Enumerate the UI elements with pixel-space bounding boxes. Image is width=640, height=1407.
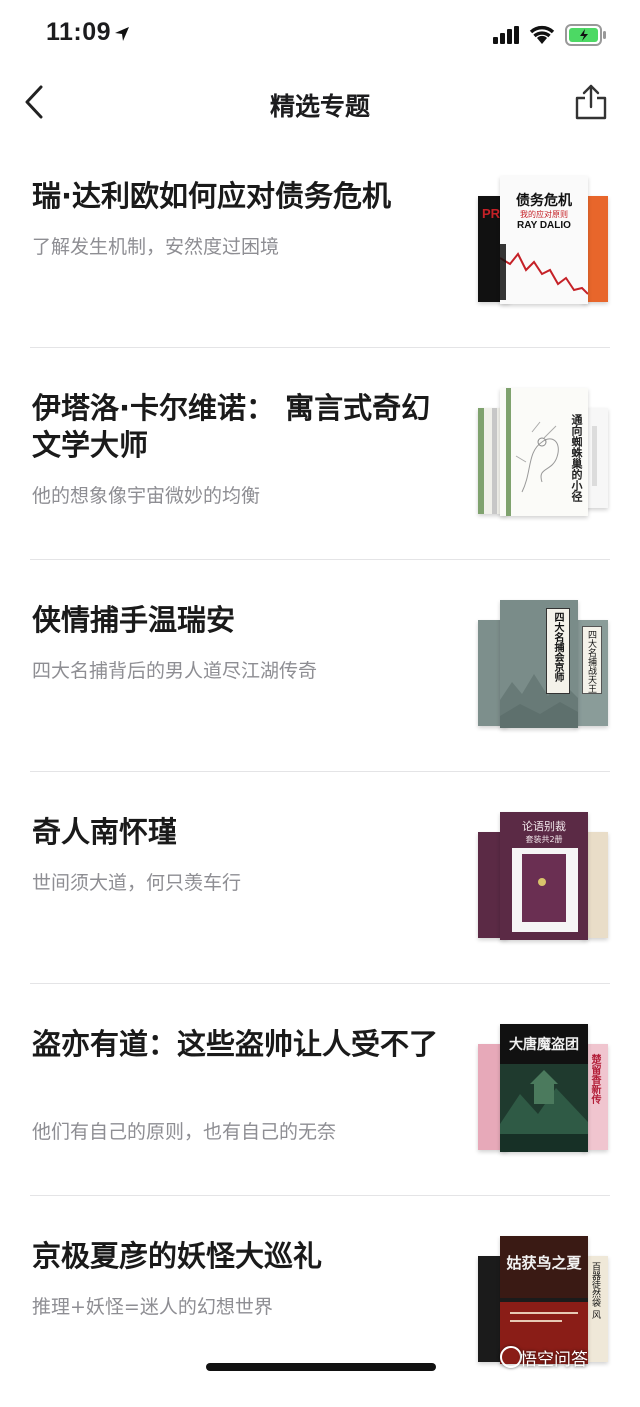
topic-title: 奇人南怀瑾 <box>32 815 178 849</box>
cover-side-text: PR <box>482 206 501 221</box>
topic-item-calvino[interactable]: 伊塔洛·卡尔维诺： 寓言式奇幻文学大师 他的想象像宇宙微妙的均衡 通向蜘蛛巢的小… <box>30 348 610 560</box>
status-bar: 11:09 <box>0 0 640 70</box>
cover-title: 债务危机 <box>516 193 572 209</box>
topic-subtitle: 他们有自己的原则，也有自己的无奈 <box>32 1121 337 1143</box>
book-cover-stack: 通向蜘蛛巢的小径 <box>478 388 610 518</box>
cover-title: 通向蜘蛛巢的小径 <box>570 414 583 502</box>
wifi-icon <box>529 25 555 44</box>
page-title: 精选专题 <box>269 92 370 121</box>
book-cover-main: 论语别裁 套装共2册 <box>500 812 588 940</box>
book-cover-main: 通向蜘蛛巢的小径 <box>500 388 588 516</box>
topic-item-wen-ruian[interactable]: 侠情捕手温瑞安 四大名捕背后的男人道尽江湖传奇 四大名捕战天王 四大名捕会京师 <box>30 560 610 772</box>
topic-item-thieves[interactable]: 盗亦有道：这些盗帅让人受不了 他们有自己的原则，也有自己的无奈 楚留香新传 大唐… <box>30 984 610 1196</box>
share-button[interactable] <box>570 80 612 124</box>
book-cover-stack: 四大名捕战天王 四大名捕会京师 <box>478 600 610 730</box>
cover-title-2: 楚留香新传 <box>589 1054 600 1104</box>
cover-illustration <box>515 421 559 493</box>
book-cover-main: 债务危机 我的应对原则 RAY DALIO <box>500 176 588 304</box>
topic-item-nan-huaijin[interactable]: 奇人南怀瑾 世间须大道，何只羡车行 论语别裁 套装共2册 <box>30 772 610 984</box>
cover-author: RAY DALIO <box>517 220 571 231</box>
cover-chart-graphic <box>500 244 588 300</box>
topic-subtitle: 世间须大道，何只羡车行 <box>32 872 242 894</box>
cover-title: 姑获鸟之夏 <box>506 1254 582 1272</box>
cover-title: 四大名捕会京师 <box>552 612 563 682</box>
navigation-bar: 精选专题 <box>0 70 640 136</box>
topic-title: 京极夏彦的妖怪大巡礼 <box>32 1239 323 1273</box>
topic-title: 盗亦有道：这些盗帅让人受不了 <box>32 1027 439 1061</box>
topic-item-kyogoku[interactable]: 京极夏彦的妖怪大巡礼 推理+妖怪=迷人的幻想世界 百器徒然袋 风 姑获鸟之夏 <box>30 1196 610 1407</box>
book-cover-stack: PR 债务危机 我的应对原则 RAY DALIO <box>478 176 610 306</box>
cover-subtitle: 套装共2册 <box>525 835 563 844</box>
share-icon <box>575 84 607 120</box>
watermark: 悟空问答 <box>520 1350 588 1370</box>
cover-title-2: 百器徒然袋 风 <box>590 1262 600 1319</box>
topic-item-debt-crisis[interactable]: 瑞·达利欧如何应对债务危机 了解发生机制，安然度过困境 PR 债务危机 我的应对… <box>30 136 610 348</box>
book-cover-main: 大唐魔盗团 <box>500 1024 588 1152</box>
cover-title: 论语别裁 <box>522 820 566 833</box>
cellular-signal-icon <box>493 26 519 44</box>
topic-subtitle: 他的想象像宇宙微妙的均衡 <box>32 485 261 507</box>
battery-icon <box>565 24 606 46</box>
home-indicator[interactable] <box>206 1363 436 1371</box>
topic-subtitle: 了解发生机制，安然度过困境 <box>32 236 280 258</box>
topic-subtitle: 推理+妖怪=迷人的幻想世界 <box>32 1296 273 1318</box>
book-cover-stack: 论语别裁 套装共2册 <box>478 812 610 942</box>
cover-subtitle: 我的应对原则 <box>520 210 568 219</box>
topic-title: 瑞·达利欧如何应对债务危机 <box>32 179 392 213</box>
topic-title: 侠情捕手温瑞安 <box>32 603 236 637</box>
cover-title: 大唐魔盗团 <box>509 1037 579 1053</box>
topic-list: 瑞·达利欧如何应对债务危机 了解发生机制，安然度过困境 PR 债务危机 我的应对… <box>0 136 640 1407</box>
book-cover-main: 四大名捕会京师 <box>500 600 578 728</box>
topic-subtitle: 四大名捕背后的男人道尽江湖传奇 <box>32 660 318 682</box>
watermark-logo-icon <box>500 1346 522 1368</box>
cover-scene-graphic <box>500 1070 588 1152</box>
status-time: 11:09 <box>46 18 112 46</box>
book-cover-right: 四大名捕战天王 <box>574 620 608 726</box>
location-arrow-icon <box>115 27 129 41</box>
book-cover-stack: 楚留香新传 大唐魔盗团 <box>478 1024 610 1154</box>
topic-title: 伊塔洛·卡尔维诺： 寓言式奇幻文学大师 <box>32 391 431 462</box>
cover-title-2: 四大名捕战天王 <box>586 630 596 693</box>
